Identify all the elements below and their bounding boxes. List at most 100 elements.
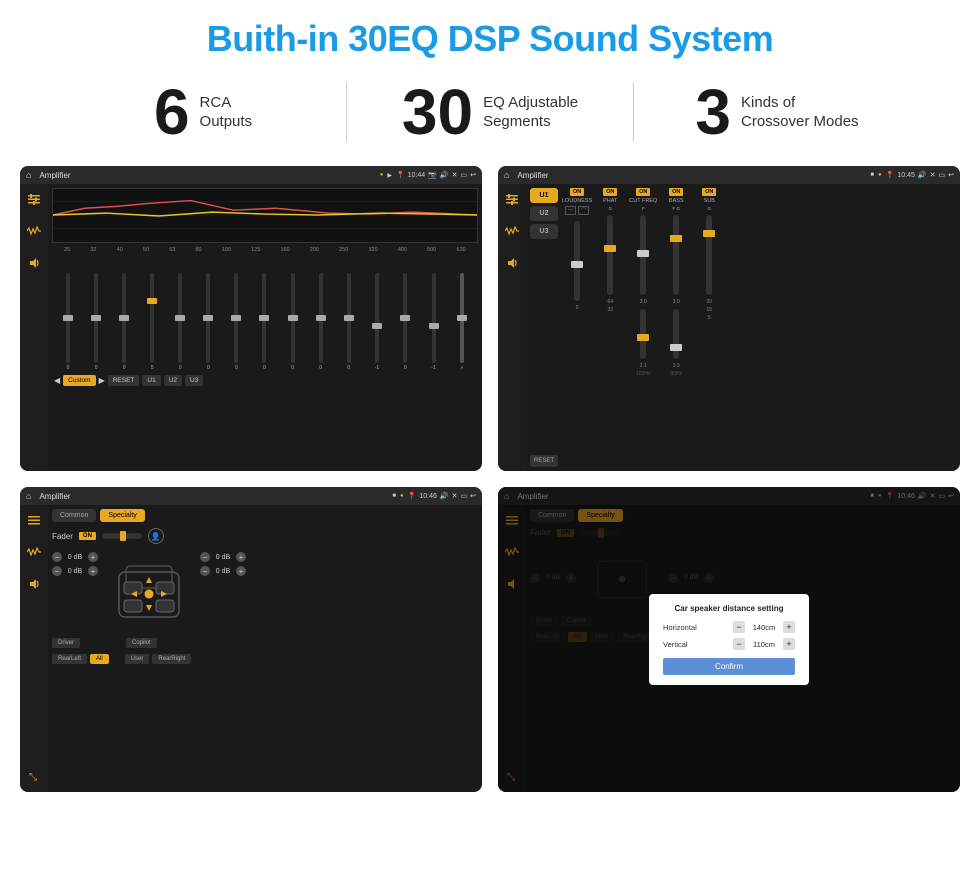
fader-wave-icon[interactable] (25, 543, 43, 561)
eq-slider-9[interactable]: 0 (291, 273, 295, 371)
eq-slider-15[interactable]: » (460, 273, 464, 371)
sub-toggle[interactable]: ON (702, 188, 716, 196)
fader-time: 10:46 (419, 493, 437, 500)
eq-main: 2532 4050 6380 100125 160200 250320 4005… (48, 184, 482, 471)
rearright-btn[interactable]: RearRight (152, 654, 191, 664)
vertical-plus-btn[interactable]: + (783, 638, 795, 650)
fader-specialty-tab[interactable]: Specialty (100, 509, 144, 522)
fr-minus-btn[interactable]: − (200, 552, 210, 562)
driver-btn[interactable]: Driver (52, 638, 80, 648)
eq-slider-8[interactable]: 0 (262, 273, 266, 371)
channel-reset-btn[interactable]: RESET (530, 455, 558, 467)
home-icon[interactable]: ⌂ (26, 170, 31, 180)
eq-slider-11[interactable]: 0 (347, 273, 351, 371)
eq-next-btn[interactable]: ▶ (99, 376, 105, 385)
ch-filter-icon[interactable] (503, 190, 521, 208)
eq-wave-icon[interactable] (25, 222, 43, 240)
vertical-minus-btn[interactable]: − (733, 638, 745, 650)
fl-db-control: − 0 dB + (52, 552, 98, 562)
fader-content: ⤡ Common Specialty Fader ON (20, 505, 482, 792)
preset-u3-btn[interactable]: U3 (530, 224, 558, 239)
speaker-layout: − 0 dB + − 0 dB + (52, 552, 478, 632)
eq-slider-2[interactable]: 0 (94, 273, 98, 371)
back-icon: ↩ (470, 171, 476, 179)
user-btn[interactable]: User (125, 654, 150, 664)
cutfreq-slider2[interactable] (640, 309, 646, 359)
phat-slider[interactable] (607, 215, 613, 295)
rl-plus-btn[interactable]: + (88, 566, 98, 576)
eq-slider-13[interactable]: 0 (403, 273, 407, 371)
eq-status-bar: ⌂ Amplifier ● ▶ 📍 10:44 📷 🔊 ✕ ▭ ↩ (20, 166, 482, 184)
channel-screen: ⌂ Amplifier ■ ● 📍 10:45 🔊 ✕ ▭ ↩ (498, 166, 960, 471)
screens-grid: ⌂ Amplifier ● ▶ 📍 10:44 📷 🔊 ✕ ▭ ↩ (0, 158, 980, 802)
eq-slider-1[interactable]: 0 (66, 273, 70, 371)
fader-speaker-icon[interactable] (25, 575, 43, 593)
fader-sidebar: ⤡ (20, 505, 48, 792)
ch-wave-icon[interactable] (503, 222, 521, 240)
fader-home-icon[interactable]: ⌂ (26, 491, 31, 501)
channel-app-title: Amplifier (517, 171, 866, 180)
eq-u1-btn[interactable]: U1 (142, 375, 160, 386)
stat-eq-number: 30 (402, 80, 473, 144)
stats-row: 6 RCA Outputs 30 EQ Adjustable Segments … (0, 70, 980, 158)
bass-toggle[interactable]: ON (669, 188, 683, 196)
stat-crossover-label2: Crossover Modes (741, 112, 859, 132)
eq-slider-5[interactable]: 0 (178, 273, 182, 371)
preset-u2-btn[interactable]: U2 (530, 206, 558, 221)
rr-plus-btn[interactable]: + (236, 566, 246, 576)
horizontal-plus-btn[interactable]: + (783, 621, 795, 633)
horizontal-minus-btn[interactable]: − (733, 621, 745, 633)
phat-toggle[interactable]: ON (603, 188, 617, 196)
eq-u2-btn[interactable]: U2 (164, 375, 182, 386)
profile-icon[interactable]: 👤 (148, 528, 164, 544)
eq-u3-btn[interactable]: U3 (185, 375, 203, 386)
vertical-control: − 110cm + (733, 638, 795, 650)
bass-slider2[interactable] (673, 309, 679, 359)
volume-icon: 🔊 (440, 171, 449, 179)
right-speaker-col: − 0 dB + − 0 dB + (200, 552, 246, 576)
loudness-toggle[interactable]: ON (570, 188, 584, 196)
fader-slider[interactable] (102, 533, 142, 539)
fl-minus-btn[interactable]: − (52, 552, 62, 562)
fl-plus-btn[interactable]: + (88, 552, 98, 562)
fader-arrows-icon[interactable]: ⤡ (25, 768, 43, 786)
eq-slider-10[interactable]: 0 (319, 273, 323, 371)
fader-car-spacer (83, 638, 123, 648)
confirm-button[interactable]: Confirm (663, 658, 795, 675)
eq-play-icon: ▶ (387, 172, 392, 179)
loudness-slider[interactable] (574, 221, 580, 301)
cutfreq-toggle[interactable]: ON (636, 188, 650, 196)
fader-filter-icon[interactable] (25, 511, 43, 529)
channel-home-icon[interactable]: ⌂ (504, 170, 509, 180)
cutfreq-slider[interactable] (640, 215, 646, 295)
loudness-curve-bell[interactable]: ⌒ (578, 206, 589, 215)
eq-custom-btn[interactable]: Custom (63, 375, 95, 386)
loudness-curve-flat[interactable]: — (565, 206, 576, 215)
all-btn[interactable]: All (90, 654, 109, 664)
sub-slider[interactable] (706, 215, 712, 295)
fr-plus-btn[interactable]: + (236, 552, 246, 562)
eq-filter-icon[interactable] (25, 190, 43, 208)
eq-prev-btn[interactable]: ◀ (54, 376, 60, 385)
fader-on-badge: ON (79, 532, 96, 540)
eq-reset-btn[interactable]: RESET (108, 375, 140, 386)
rr-minus-btn[interactable]: − (200, 566, 210, 576)
fader-common-tab[interactable]: Common (52, 509, 96, 522)
left-speaker-col: − 0 dB + − 0 dB + (52, 552, 98, 576)
fader-vol-icon: 🔊 (440, 492, 449, 500)
eq-slider-6[interactable]: 0 (206, 273, 210, 371)
eq-slider-3[interactable]: 0 (122, 273, 126, 371)
copilot-btn[interactable]: Copilot (126, 638, 157, 648)
rl-minus-btn[interactable]: − (52, 566, 62, 576)
preset-u1-btn[interactable]: U1 (530, 188, 558, 203)
ch-speaker-icon[interactable] (503, 254, 521, 272)
channel-time: 10:45 (897, 172, 915, 179)
eq-speaker-icon[interactable] (25, 254, 43, 272)
rearleft-btn[interactable]: RearLeft (52, 654, 87, 664)
fader-status-icons: 📍 10:46 🔊 ✕ ▭ ↩ (408, 492, 476, 500)
eq-slider-7[interactable]: 0 (234, 273, 238, 371)
eq-slider-4[interactable]: 5 (150, 273, 154, 371)
eq-slider-12[interactable]: -1 (375, 273, 379, 371)
eq-slider-14[interactable]: -1 (431, 273, 435, 371)
bass-slider1[interactable] (673, 215, 679, 295)
